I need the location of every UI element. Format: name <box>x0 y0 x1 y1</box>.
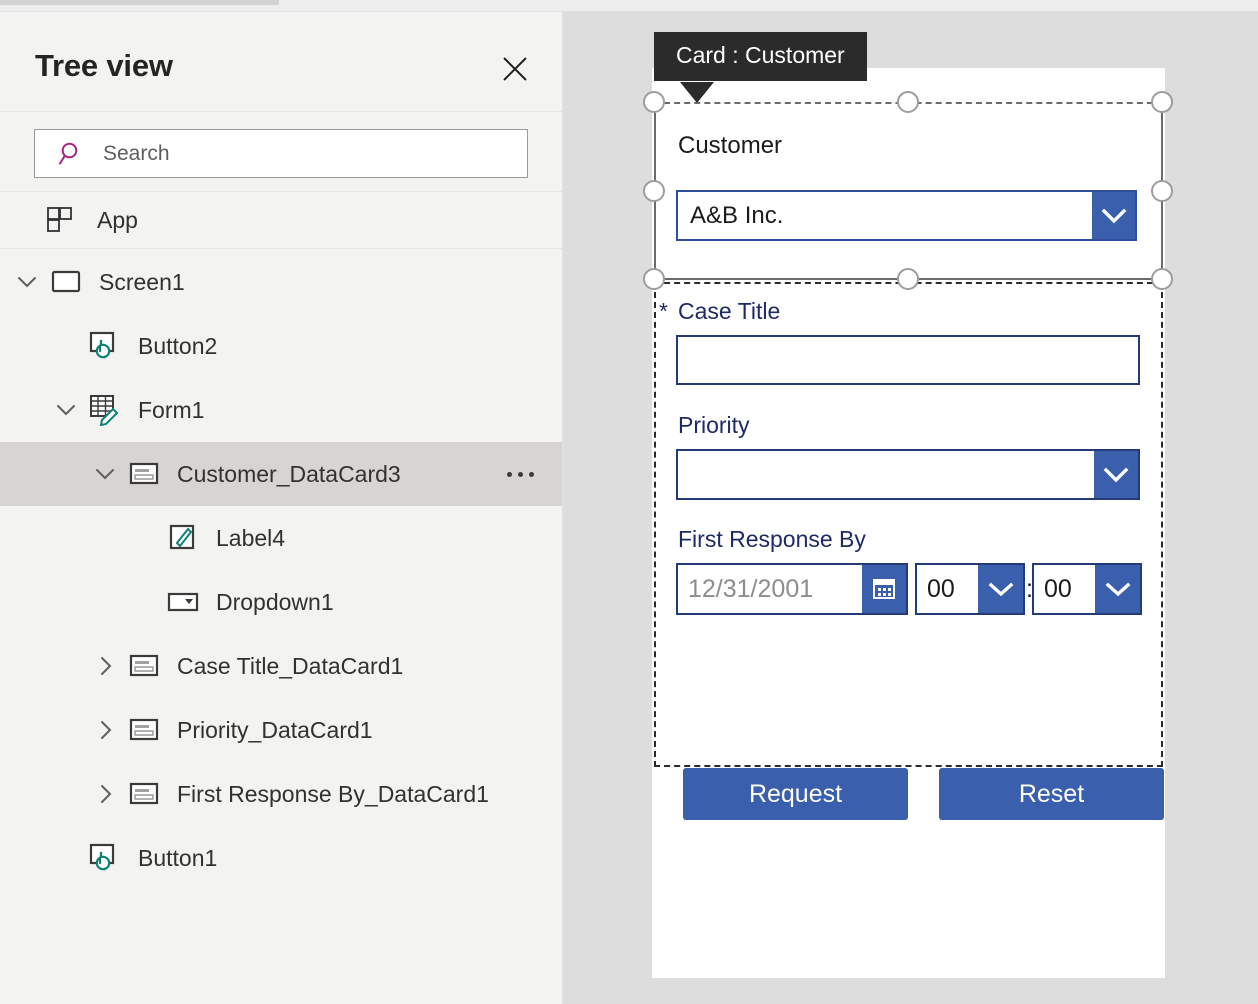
tree-item-label: Button1 <box>138 845 217 872</box>
chevron-down-icon[interactable] <box>14 269 40 295</box>
datacard-icon <box>128 778 160 810</box>
tree-item-label: Priority_DataCard1 <box>177 717 373 744</box>
tree-item-screen1[interactable]: Screen1 <box>0 250 562 314</box>
resize-handle-bottom-right[interactable] <box>1151 268 1173 290</box>
tree-item-label: Customer_DataCard3 <box>177 461 401 488</box>
first-response-date-placeholder: 12/31/2001 <box>688 575 813 604</box>
first-response-hour-dropdown[interactable]: 00 <box>915 563 1025 615</box>
first-response-label: First Response By <box>678 526 866 553</box>
screen-icon <box>50 266 82 298</box>
selection-tooltip: Card : Customer <box>654 32 867 81</box>
tree-item-dropdown1[interactable]: Dropdown1 <box>0 570 562 634</box>
resize-handle-middle-right[interactable] <box>1151 180 1173 202</box>
case-title-input[interactable] <box>676 335 1140 385</box>
label-icon <box>167 522 199 554</box>
dropdown-icon <box>167 586 199 618</box>
tree-item-first-response-by-datacard1[interactable]: First Response By_DataCard1 <box>0 762 562 826</box>
tree-item-label4[interactable]: Label4 <box>0 506 562 570</box>
chevron-down-icon[interactable] <box>1094 451 1138 498</box>
reset-button[interactable]: Reset <box>939 768 1164 820</box>
tree-item-customer-datacard3[interactable]: Customer_DataCard3 <box>0 442 562 506</box>
tree-item-priority-datacard1[interactable]: Priority_DataCard1 <box>0 698 562 762</box>
tree-item-label: Button2 <box>138 333 217 360</box>
priority-label: Priority <box>678 412 750 439</box>
chevron-right-icon[interactable] <box>92 717 118 743</box>
calendar-icon[interactable] <box>862 565 906 613</box>
chevron-down-icon[interactable] <box>1095 565 1140 613</box>
tree-item-app-label: App <box>97 207 138 234</box>
tree-view-header: Tree view <box>0 12 562 112</box>
app-grid-icon <box>45 205 75 235</box>
search-icon <box>57 140 85 168</box>
case-title-required-marker: * <box>659 298 668 325</box>
first-response-minute-dropdown[interactable]: 00 <box>1032 563 1142 615</box>
request-button[interactable]: Request <box>683 768 908 820</box>
ellipsis-icon[interactable] <box>498 459 542 489</box>
search-input[interactable] <box>103 142 527 166</box>
resize-handle-top-center[interactable] <box>897 91 919 113</box>
chevron-down-icon[interactable] <box>1092 192 1135 239</box>
customer-dropdown-value: A&B Inc. <box>690 202 783 230</box>
tree-item-app[interactable]: App <box>0 192 562 249</box>
customer-dropdown[interactable]: A&B Inc. <box>676 190 1137 241</box>
tree-item-button1[interactable]: Button1 <box>0 826 562 890</box>
tree-list: Screen1 Button2 Form1 Customer_DataCard3 Lab… <box>0 250 562 1004</box>
toolbar-strip <box>0 0 1258 11</box>
tree-item-case-title-datacard1[interactable]: Case Title_DataCard1 <box>0 634 562 698</box>
power-apps-studio: Tree view <box>0 0 1258 1004</box>
resize-handle-top-left[interactable] <box>643 91 665 113</box>
search-box[interactable] <box>34 129 528 178</box>
tree-item-label: Case Title_DataCard1 <box>177 653 403 680</box>
case-title-label: Case Title <box>678 298 780 325</box>
resize-handle-middle-left[interactable] <box>643 180 665 202</box>
tree-item-button2[interactable]: Button2 <box>0 314 562 378</box>
selection-tooltip-tail <box>680 82 714 103</box>
first-response-minute-value: 00 <box>1044 575 1072 604</box>
tree-item-label: Dropdown1 <box>216 589 334 616</box>
close-icon[interactable] <box>498 52 532 86</box>
first-response-date-input[interactable]: 12/31/2001 <box>676 563 908 615</box>
datacard-icon <box>128 458 160 490</box>
chevron-down-icon[interactable] <box>92 461 118 487</box>
tree-item-label: Form1 <box>138 397 204 424</box>
customer-label: Customer <box>678 132 782 160</box>
button-icon <box>89 842 121 874</box>
chevron-down-icon[interactable] <box>978 565 1023 613</box>
chevron-right-icon[interactable] <box>92 781 118 807</box>
chevron-right-icon[interactable] <box>92 653 118 679</box>
button-icon <box>89 330 121 362</box>
tree-item-label: Label4 <box>216 525 285 552</box>
datacard-icon <box>128 714 160 746</box>
form-edit-icon <box>89 394 121 426</box>
tree-item-label: First Response By_DataCard1 <box>177 781 489 808</box>
toolbar-strip-accent <box>0 0 279 5</box>
tree-view-panel: Tree view <box>0 11 563 1004</box>
search-container <box>0 112 562 192</box>
resize-handle-bottom-left[interactable] <box>643 268 665 290</box>
time-separator: : <box>1026 575 1033 604</box>
chevron-down-icon[interactable] <box>53 397 79 423</box>
resize-handle-top-right[interactable] <box>1151 91 1173 113</box>
page-title: Tree view <box>35 48 173 84</box>
first-response-hour-value: 00 <box>927 575 955 604</box>
tree-item-form1[interactable]: Form1 <box>0 378 562 442</box>
tree-item-label: Screen1 <box>99 269 185 296</box>
priority-dropdown[interactable] <box>676 449 1140 500</box>
datacard-icon <box>128 650 160 682</box>
resize-handle-bottom-center[interactable] <box>897 268 919 290</box>
